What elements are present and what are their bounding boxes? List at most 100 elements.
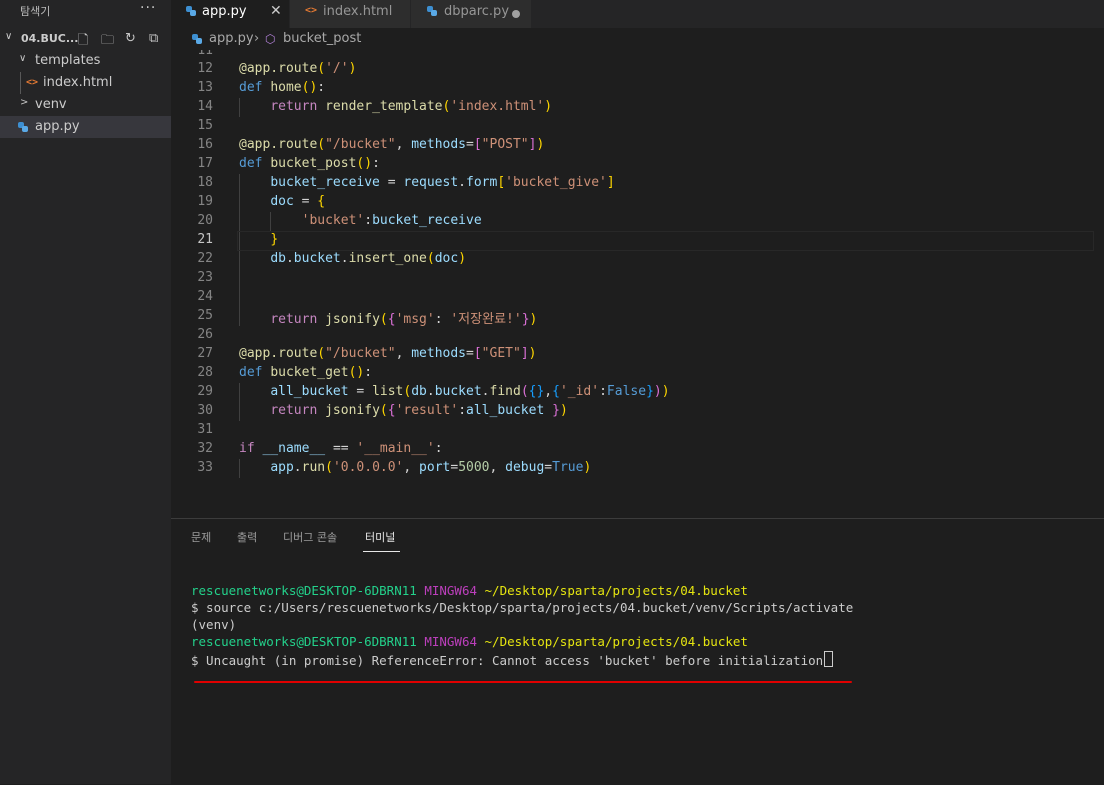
- variable: bucket_receive: [372, 213, 482, 228]
- breadcrumb-symbol[interactable]: bucket_post: [283, 31, 361, 46]
- variable: all_bucket: [270, 384, 349, 399]
- tree-item-label: index.html: [43, 75, 113, 90]
- decorator: @app.route: [239, 137, 318, 152]
- keyword: return: [270, 99, 318, 114]
- operator: =: [466, 137, 474, 152]
- variable: request: [403, 175, 459, 190]
- tree-folder-templates[interactable]: ∨ templates: [0, 50, 171, 72]
- bracket: [: [473, 346, 482, 361]
- tab-problems[interactable]: 문제: [191, 529, 211, 545]
- explorer-title: 탐색기: [20, 5, 51, 18]
- tab-terminal[interactable]: 터미널: [365, 529, 395, 545]
- bracket: }: [521, 312, 530, 327]
- chevron-down-icon: ∨: [19, 53, 27, 64]
- operator: :: [434, 441, 443, 456]
- collapse-all-icon[interactable]: ⧉: [149, 31, 158, 46]
- chevron-right-icon: >: [20, 97, 29, 108]
- tree-file-app-py[interactable]: app.py: [0, 116, 171, 138]
- operator: =: [379, 175, 404, 190]
- bracket: ]: [520, 346, 529, 361]
- bracket: ): [661, 384, 670, 399]
- bracket: (): [348, 365, 365, 380]
- bracket: ): [544, 99, 553, 114]
- variable: db: [270, 251, 286, 266]
- variable: db: [411, 384, 427, 399]
- tree-item-label: venv: [35, 97, 67, 112]
- function-name: run: [301, 460, 326, 475]
- operator: =: [450, 460, 459, 475]
- string: "/bucket": [325, 346, 396, 361]
- tab-dbparc-py[interactable]: dbparc.py: [411, 0, 531, 28]
- html-file-icon: <>: [305, 5, 318, 16]
- line-number: 13: [197, 80, 213, 95]
- bracket: ]: [606, 175, 615, 190]
- bracket: ): [348, 61, 357, 76]
- code-line: 26: [171, 326, 1104, 345]
- terminal-command-text: $ Uncaught (in promise) ReferenceError: …: [191, 653, 824, 668]
- bracket: {: [552, 384, 560, 399]
- bracket: ): [559, 403, 568, 418]
- html-file-icon: <>: [26, 77, 39, 88]
- function-name: jsonify: [325, 312, 380, 327]
- code-editor[interactable]: 11 12 @app.route('/') 13 def home(): 14 …: [171, 50, 1104, 518]
- tab-app-py[interactable]: app.py ✕: [171, 0, 289, 28]
- bracket: ): [529, 312, 538, 327]
- line-number: 25: [197, 308, 213, 323]
- function-name: list: [372, 384, 404, 399]
- tree-file-index-html[interactable]: <> index.html: [0, 72, 171, 94]
- variable: all_bucket: [466, 403, 545, 418]
- code-line: 18 bucket_receive = request.form['bucket…: [171, 174, 1104, 193]
- string: 'index.html': [450, 99, 545, 114]
- operator: ,: [403, 460, 420, 475]
- bracket: (: [379, 403, 388, 418]
- more-actions-icon[interactable]: ···: [140, 0, 156, 16]
- tab-index-html[interactable]: <> index.html: [290, 0, 410, 28]
- python-file-icon: [18, 122, 28, 132]
- line-number: 24: [197, 289, 213, 304]
- line-number: 29: [197, 384, 213, 399]
- operator: .: [293, 460, 302, 475]
- code-line: 19 doc = {: [171, 193, 1104, 212]
- variable: bucket: [293, 251, 341, 266]
- function-name: find: [489, 384, 521, 399]
- line-number: 14: [197, 99, 213, 114]
- tab-label: app.py: [202, 4, 247, 19]
- code-line: 29 all_bucket = list(db.bucket.find({},{…: [171, 383, 1104, 402]
- code-line: 31: [171, 421, 1104, 440]
- line-number: 23: [197, 270, 213, 285]
- current-line-highlight: [237, 231, 1094, 251]
- code-line: 15: [171, 117, 1104, 136]
- tab-label: dbparc.py: [444, 4, 510, 19]
- line-number: 12: [197, 61, 213, 76]
- unsaved-dot-icon[interactable]: [512, 10, 520, 18]
- terminal-line: (venv): [191, 617, 237, 632]
- keyword: def: [239, 80, 263, 95]
- close-icon[interactable]: ✕: [270, 3, 282, 19]
- refresh-icon[interactable]: ↻: [125, 31, 136, 46]
- workspace-root[interactable]: ∨ 04.BUC... 🗋 🗀 ↻ ⧉: [0, 28, 171, 50]
- breadcrumb-file[interactable]: app.py: [209, 31, 254, 46]
- bottom-panel: 문제 출력 디버그 콘솔 터미널 rescuenetworks@DESKTOP-…: [171, 518, 1104, 785]
- operator: =: [348, 384, 373, 399]
- variable: doc: [434, 251, 459, 266]
- terminal-input-line[interactable]: $ Uncaught (in promise) ReferenceError: …: [191, 651, 834, 668]
- breadcrumb-separator: ›: [254, 31, 260, 46]
- argument: methods: [411, 346, 467, 361]
- bracket: (: [520, 384, 529, 399]
- chevron-down-icon: ∨: [5, 31, 13, 42]
- function-name: jsonify: [325, 403, 380, 418]
- bracket: (: [317, 137, 326, 152]
- code-line: 23: [171, 269, 1104, 288]
- code-line: 25 return jsonify({'msg': '저장완료!'}): [171, 307, 1104, 327]
- operator: ,: [395, 137, 412, 152]
- tree-folder-venv[interactable]: > venv: [0, 94, 171, 116]
- keyword: True: [552, 460, 584, 475]
- number: 5000: [458, 460, 490, 475]
- line-number: 33: [197, 460, 213, 475]
- tab-output[interactable]: 출력: [237, 529, 257, 545]
- operator: :: [364, 213, 373, 228]
- string: 'result': [395, 403, 459, 418]
- python-file-icon: [427, 6, 437, 16]
- tab-debug-console[interactable]: 디버그 콘솔: [283, 529, 337, 545]
- operator: :: [599, 384, 607, 399]
